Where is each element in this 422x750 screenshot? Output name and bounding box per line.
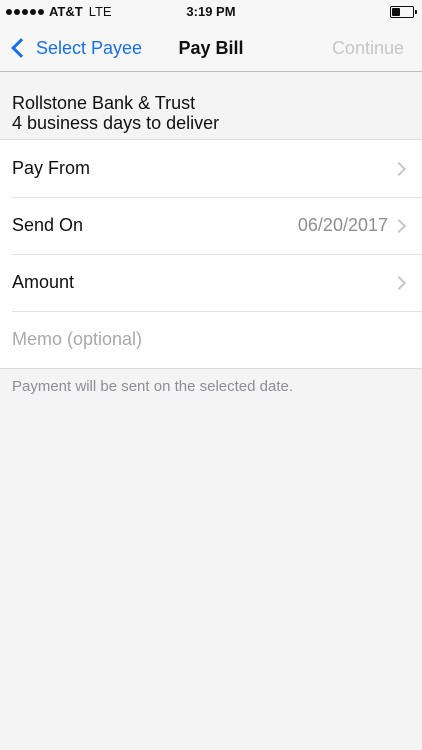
back-button[interactable]: Select Payee <box>8 24 142 72</box>
pay-from-label: Pay From <box>12 158 91 178</box>
battery-level-fill <box>392 8 400 16</box>
send-on-label: Send On <box>12 215 84 235</box>
chevron-left-icon <box>11 38 31 58</box>
navigation-bar: Select Payee Pay Bill Continue <box>0 24 422 72</box>
battery-icon <box>390 6 417 18</box>
back-button-label: Select Payee <box>36 37 143 58</box>
payment-note: Payment will be sent on the selected dat… <box>12 378 294 395</box>
chevron-right-icon <box>391 218 407 233</box>
amount-row[interactable]: Amount <box>0 254 422 311</box>
status-time: 3:19 PM <box>186 4 236 19</box>
memo-field[interactable]: Memo (optional) <box>0 311 422 368</box>
payee-name: Rollstone Bank & Trust <box>12 93 196 113</box>
send-on-date: 06/20/2017 <box>297 215 388 235</box>
status-bar: AT&T LTE 3:19 PM <box>0 0 422 24</box>
pay-from-row[interactable]: Pay From <box>0 140 422 197</box>
payment-form: Pay From Send On 06/20/2017 Amount Memo … <box>0 139 422 369</box>
payee-header: Rollstone Bank & Trust 4 business days t… <box>0 73 422 139</box>
continue-button[interactable]: Continue <box>332 24 404 72</box>
send-on-row[interactable]: Send On 06/20/2017 <box>0 197 422 254</box>
memo-placeholder: Memo (optional) <box>12 329 143 349</box>
chevron-right-icon <box>391 275 407 290</box>
delivery-time: 4 business days to deliver <box>12 113 220 133</box>
amount-label: Amount <box>12 272 75 292</box>
chevron-right-icon <box>391 161 407 176</box>
